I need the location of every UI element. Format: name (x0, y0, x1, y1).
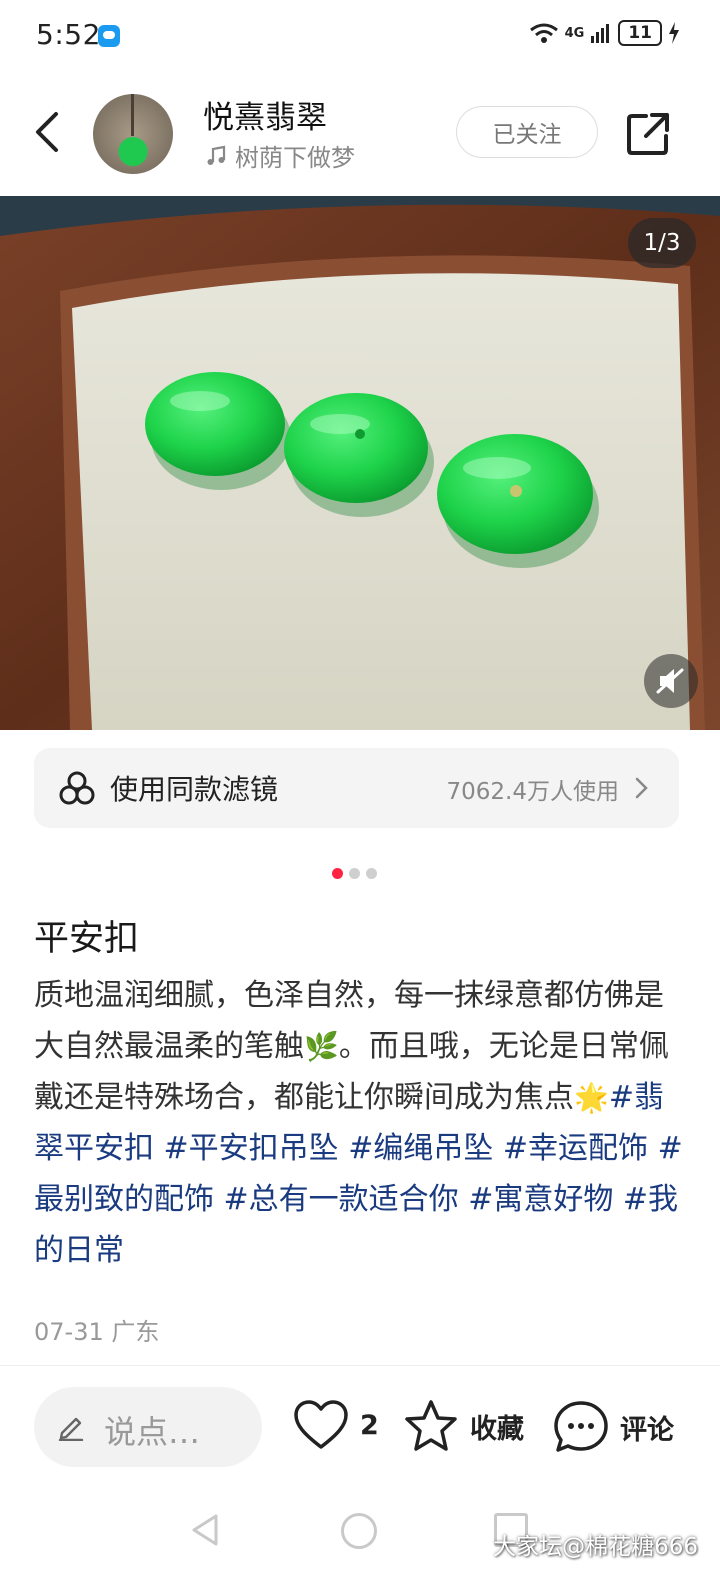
filter-icon (59, 771, 95, 805)
battery-level: 11 (618, 20, 662, 46)
hashtag[interactable]: #总有一款适合你 (224, 1182, 459, 1217)
divider (0, 1365, 720, 1366)
hashtag[interactable]: #寓意好物 (468, 1182, 613, 1217)
post-body: 质地温润细腻，色泽自然，每一抹绿意都仿佛是大自然最温柔的笔触🌿。而且哦，无论是日… (34, 970, 684, 1276)
same-filter-bar[interactable]: 使用同款滤镜 7062.4万人使用 (34, 748, 679, 828)
background-music[interactable]: 树荫下做梦 (205, 138, 355, 173)
music-note-icon (207, 145, 226, 165)
post-header: 悦熹翡翠 树荫下做梦 已关注 (0, 80, 720, 190)
follow-button[interactable]: 已关注 (456, 106, 598, 158)
jade-photo (0, 196, 720, 730)
comment-bubble-icon (554, 1401, 608, 1452)
herb-emoji-icon: 🌿 (304, 1030, 339, 1063)
pencil-icon (58, 1417, 84, 1441)
carousel-dots (332, 868, 377, 879)
network-type: 4G (564, 25, 585, 41)
glowing-star-emoji-icon: 🌟 (574, 1081, 609, 1114)
back-arrow-icon[interactable] (28, 108, 68, 156)
music-title: 树荫下做梦 (235, 144, 355, 172)
share-icon[interactable] (624, 110, 672, 158)
comment-button[interactable]: 评论 (552, 1398, 674, 1456)
nav-back-icon[interactable] (190, 1513, 220, 1547)
author-avatar[interactable] (93, 94, 173, 174)
hashtag[interactable]: #平安扣吊坠 (164, 1131, 339, 1166)
charging-icon (669, 22, 679, 44)
chevron-right-icon (635, 777, 648, 799)
mute-speaker-icon (656, 668, 684, 694)
post-title: 平安扣 (34, 919, 140, 959)
favorite-button[interactable]: 收藏 (402, 1398, 524, 1454)
post-date-location: 07-31 广东 (34, 1318, 160, 1346)
carousel-dot-active (332, 868, 343, 879)
carousel-dot (366, 868, 377, 879)
status-bar: 5:52 4G 11 (0, 0, 720, 70)
comment-placeholder: 说点… (104, 1413, 201, 1451)
comment-input[interactable]: 说点… (34, 1387, 262, 1467)
image-page-indicator: 1/3 (628, 218, 696, 268)
mute-button[interactable] (644, 654, 698, 708)
nav-home-icon[interactable] (341, 1513, 377, 1549)
comment-label: 评论 (620, 1414, 674, 1446)
author-name[interactable]: 悦熹翡翠 (203, 92, 327, 137)
wifi-icon (529, 23, 558, 43)
watermark: 大家坛@棉花糖666 (493, 1534, 698, 1560)
like-count: 2 (360, 1409, 379, 1441)
hashtag[interactable]: #幸运配饰 (503, 1131, 648, 1166)
star-icon (405, 1400, 457, 1451)
message-notification-icon (98, 25, 120, 47)
hashtag[interactable]: #编绳吊坠 (348, 1131, 493, 1166)
filter-usage-count: 7062.4万人使用 (446, 779, 619, 805)
carousel-dot (349, 868, 360, 879)
like-button[interactable]: 2 (292, 1398, 379, 1452)
signal-icon (591, 24, 610, 43)
post-image[interactable]: 1/3 (0, 196, 720, 730)
favorite-label: 收藏 (470, 1413, 524, 1445)
status-time: 5:52 (36, 18, 101, 51)
status-indicators: 4G 11 (529, 20, 680, 46)
filter-label: 使用同款滤镜 (110, 773, 279, 806)
heart-icon (294, 1400, 348, 1449)
